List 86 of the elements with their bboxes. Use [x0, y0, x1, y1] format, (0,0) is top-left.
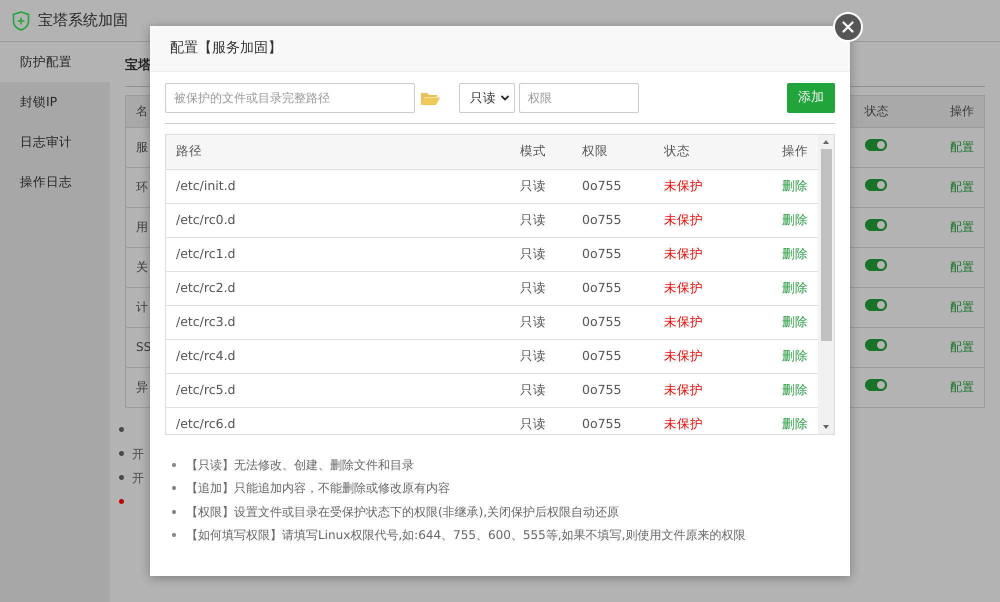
- table-cell: /etc/rc5.d: [166, 373, 510, 407]
- delete-link[interactable]: 删除: [782, 416, 808, 431]
- table-cell: 只读: [510, 203, 572, 237]
- status-text: 未保护: [654, 203, 758, 237]
- config-link[interactable]: 配置: [950, 180, 974, 194]
- toggle-switch[interactable]: [864, 139, 886, 151]
- mode-select[interactable]: 只读: [459, 83, 515, 113]
- table-cell: 0o755: [572, 237, 654, 271]
- status-text: 未保护: [654, 373, 758, 407]
- table-cell: /etc/rc2.d: [166, 271, 510, 305]
- table-cell: 0o755: [572, 169, 654, 203]
- delete-link[interactable]: 删除: [782, 212, 808, 227]
- toggle-switch[interactable]: [864, 339, 886, 351]
- toggle-switch[interactable]: [864, 219, 886, 231]
- column-header: 状态: [654, 135, 758, 169]
- app-title: 宝塔系统加固: [38, 10, 128, 32]
- dialog-title: 配置【服务加固】: [150, 26, 850, 72]
- delete-link[interactable]: 删除: [782, 178, 808, 193]
- scrollbar[interactable]: [818, 135, 834, 434]
- table-cell: 0o755: [572, 407, 654, 434]
- table-cell: 0o755: [572, 339, 654, 373]
- caret-icon: [500, 94, 510, 102]
- bullet-dot: [172, 486, 176, 490]
- table-cell: 0o755: [572, 271, 654, 305]
- table-cell: /etc/init.d: [166, 169, 510, 203]
- sidebar-item[interactable]: 封锁IP: [0, 82, 110, 122]
- delete-link[interactable]: 删除: [782, 314, 808, 329]
- config-link[interactable]: 配置: [950, 380, 974, 394]
- table-cell: 只读: [510, 271, 572, 305]
- sidebar-item[interactable]: 日志审计: [0, 122, 110, 162]
- path-field[interactable]: 被保护的文件或目录完整路径: [165, 83, 415, 113]
- shield-icon: [12, 10, 30, 30]
- sidebar-item[interactable]: 操作日志: [0, 162, 110, 202]
- table-cell: /etc/rc6.d: [166, 407, 510, 434]
- config-link[interactable]: 配置: [950, 140, 974, 154]
- config-link[interactable]: 配置: [950, 340, 974, 354]
- status-text: 未保护: [654, 271, 758, 305]
- table-cell: 0o755: [572, 373, 654, 407]
- table-cell: 0o755: [572, 203, 654, 237]
- close-button[interactable]: [833, 12, 863, 42]
- status-text: 未保护: [654, 237, 758, 271]
- note-text: 开: [132, 470, 144, 486]
- table-cell: /etc/rc0.d: [166, 203, 510, 237]
- sidebar-item[interactable]: 防护配置: [0, 42, 110, 82]
- close-icon: [842, 21, 854, 33]
- delete-link[interactable]: 删除: [782, 348, 808, 363]
- status-text: 未保护: [654, 407, 758, 434]
- bullet-dot: [172, 510, 176, 514]
- status-text: 未保护: [654, 339, 758, 373]
- table-cell: 0o755: [572, 305, 654, 339]
- note-text: 【如何填写权限】请填写Linux权限代号,如:644、755、600、555等,如果不填写,则使用文件原来的权限: [186, 527, 746, 544]
- toggle-switch[interactable]: [864, 299, 886, 311]
- delete-link[interactable]: 删除: [782, 246, 808, 261]
- toggle-switch[interactable]: [864, 179, 886, 191]
- table-cell: 只读: [510, 169, 572, 203]
- note-text: 【权限】设置文件或目录在受保护状态下的权限(非继承),关闭保护后权限自动还原: [186, 504, 620, 521]
- table-cell: /etc/rc1.d: [166, 237, 510, 271]
- delete-link[interactable]: 删除: [782, 382, 808, 397]
- status-text: 未保护: [654, 169, 758, 203]
- column-header: 状态: [854, 95, 914, 127]
- permission-field[interactable]: 权限: [519, 83, 639, 113]
- bullet-dot: [172, 533, 176, 538]
- column-header: 路径: [166, 135, 510, 169]
- column-header: 模式: [510, 135, 572, 169]
- table-cell: 只读: [510, 305, 572, 339]
- toggle-switch[interactable]: [864, 259, 886, 271]
- config-link[interactable]: 配置: [950, 300, 974, 314]
- table-cell: 只读: [510, 237, 572, 271]
- table-cell: 只读: [510, 339, 572, 373]
- note-text: 【追加】只能追加内容，不能删除或修改原有内容: [186, 480, 450, 498]
- note-text: 【只读】无法修改、创建、删除文件和目录: [186, 456, 414, 474]
- column-header: 操作: [914, 95, 984, 127]
- column-header: 操作: [758, 135, 818, 169]
- note-text: 开: [132, 446, 144, 462]
- config-link[interactable]: 配置: [950, 260, 974, 274]
- folder-icon[interactable]: [420, 90, 440, 106]
- table-cell: /etc/rc3.d: [166, 305, 510, 339]
- toggle-switch[interactable]: [864, 379, 886, 391]
- status-text: 未保护: [654, 305, 758, 339]
- bullet-dot: [172, 462, 176, 467]
- table-cell: 只读: [510, 373, 572, 407]
- add-button[interactable]: 添加: [787, 83, 835, 113]
- table-cell: /etc/rc4.d: [166, 339, 510, 373]
- column-header: 权限: [572, 135, 654, 169]
- config-link[interactable]: 配置: [950, 220, 974, 234]
- table-cell: 只读: [510, 407, 572, 434]
